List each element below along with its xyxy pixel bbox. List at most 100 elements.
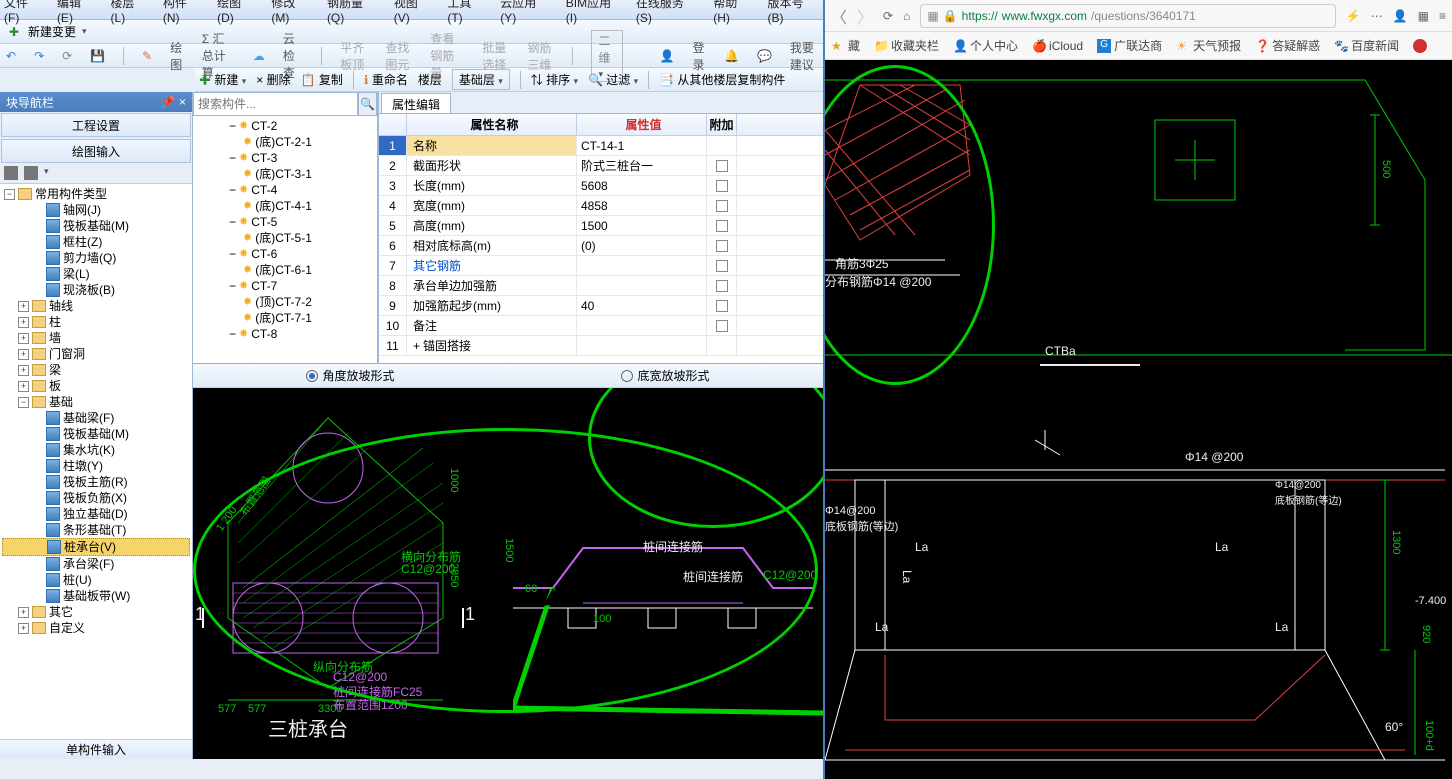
tree-item[interactable]: 基础板带(W) xyxy=(2,588,190,604)
tree-item[interactable]: 柱墩(Y) xyxy=(2,458,190,474)
tree-item[interactable]: 梁(L) xyxy=(2,266,190,282)
comp-tree-item[interactable]: −✸CT-8 xyxy=(195,326,375,342)
new-change-button[interactable]: 新建变更 xyxy=(28,23,76,40)
browser-content[interactable]: CTBa 角筋3Φ25 分布钢筋Φ14 xyxy=(825,60,1452,779)
tree-item[interactable]: 轴网(J) xyxy=(2,202,190,218)
menu-modify[interactable]: 修改(M) xyxy=(271,0,313,25)
prop-value[interactable]: (0) xyxy=(577,236,707,255)
copy-button[interactable]: 📋 复制 xyxy=(301,71,343,88)
expand-icon[interactable]: − xyxy=(229,214,236,230)
expand-icon[interactable]: + xyxy=(18,607,29,618)
comp-tree-item[interactable]: −✸CT-7 xyxy=(195,278,375,294)
expand-icon[interactable]: − xyxy=(229,326,236,342)
menu-bim[interactable]: BIM应用(I) xyxy=(566,0,622,25)
prop-add-checkbox[interactable] xyxy=(707,316,737,335)
menu-help[interactable]: 帮助(H) xyxy=(713,0,753,25)
dropdown-arrow-icon[interactable]: ▾ xyxy=(44,166,49,181)
tree-item[interactable]: 桩(U) xyxy=(2,572,190,588)
property-grid[interactable]: 属性名称 属性值 附加 1名称CT-14-12截面形状阶式三桩台一3长度(mm)… xyxy=(379,114,823,363)
bm-qa[interactable]: ❓答疑解惑 xyxy=(1255,37,1320,54)
menu-floor[interactable]: 楼层(L) xyxy=(111,0,149,25)
tree-item[interactable]: +其它 xyxy=(2,604,190,620)
tree-item[interactable]: +板 xyxy=(2,378,190,394)
search-input[interactable] xyxy=(193,92,358,116)
tree-item[interactable]: 筏板主筋(R) xyxy=(2,474,190,490)
new-button[interactable]: ✚ 新建 ▾ xyxy=(199,71,246,88)
redo-icon[interactable]: ↷ xyxy=(34,48,44,64)
prop-value[interactable]: 4858 xyxy=(577,196,707,215)
expand-icon[interactable]: + xyxy=(413,339,420,353)
property-row[interactable]: 11+锚固搭接 xyxy=(379,336,823,356)
tree-item[interactable]: 筏板基础(M) xyxy=(2,426,190,442)
bm-baidu[interactable]: 🐾百度新闻 xyxy=(1334,37,1399,54)
menu-online[interactable]: 在线服务(S) xyxy=(636,0,699,25)
dropdown-arrow-icon[interactable]: ▾ xyxy=(82,26,87,37)
expand-icon[interactable]: − xyxy=(4,189,15,200)
tab-project-settings[interactable]: 工程设置 xyxy=(1,113,191,137)
menu-rebar[interactable]: 钢筋量(Q) xyxy=(327,0,380,25)
comp-tree-item[interactable]: −✸CT-2 xyxy=(195,118,375,134)
delete-button[interactable]: × 删除 xyxy=(256,71,290,88)
draw-icon[interactable]: ✎ xyxy=(142,48,152,64)
tab-draw-input[interactable]: 绘图输入 xyxy=(1,139,191,163)
prop-add-checkbox[interactable] xyxy=(707,216,737,235)
bm-favbar[interactable]: 📁收藏夹栏 xyxy=(874,37,939,54)
comp-tree-item[interactable]: ✸(底)CT-5-1 xyxy=(195,230,375,246)
prop-value[interactable]: CT-14-1 xyxy=(577,136,707,155)
tree-item[interactable]: +自定义 xyxy=(2,620,190,636)
component-instance-tree[interactable]: −✸CT-2✸(底)CT-2-1−✸CT-3✸(底)CT-3-1−✸CT-4✸(… xyxy=(193,116,377,363)
comp-tree-item[interactable]: ✸(底)CT-6-1 xyxy=(195,262,375,278)
expand-icon[interactable]: + xyxy=(18,381,29,392)
expand-icon[interactable]: + xyxy=(18,333,29,344)
tree-item[interactable]: 筏板负筋(X) xyxy=(2,490,190,506)
menu-component[interactable]: 构件(N) xyxy=(163,0,203,25)
site-info-icon[interactable]: ▦ xyxy=(927,9,938,23)
tree-item[interactable]: 独立基础(D) xyxy=(2,506,190,522)
bm-icloud[interactable]: 🍎iCloud xyxy=(1032,39,1083,53)
undo-icon[interactable]: ↶ xyxy=(6,48,16,64)
expand-icon[interactable]: + xyxy=(18,301,29,312)
floor-select[interactable]: 基础层 ▾ xyxy=(452,69,510,90)
radio-bottom-width-slope[interactable]: 底宽放坡形式 xyxy=(508,367,823,384)
comp-tree-item[interactable]: ✸(底)CT-3-1 xyxy=(195,166,375,182)
user-icon[interactable]: 👤 xyxy=(1393,9,1408,23)
preview-canvas[interactable]: 横向分布筋 纵向分布筋 C12@200 C12@200 桩间连接筋FC25 布置… xyxy=(193,388,823,759)
comp-tree-item[interactable]: ✸(顶)CT-7-2 xyxy=(195,294,375,310)
tree-item[interactable]: +墙 xyxy=(2,330,190,346)
tree-item[interactable]: −基础 xyxy=(2,394,190,410)
property-row[interactable]: 7其它钢筋 xyxy=(379,256,823,276)
bm-weather[interactable]: ☀天气预报 xyxy=(1176,37,1241,54)
bell-icon[interactable]: 🔔 xyxy=(724,48,739,64)
expand-icon[interactable]: + xyxy=(18,623,29,634)
comp-tree-item[interactable]: ✸(底)CT-2-1 xyxy=(195,134,375,150)
expand-icon[interactable]: + xyxy=(18,365,29,376)
property-row[interactable]: 9加强筋起步(mm)40 xyxy=(379,296,823,316)
tree-icon[interactable] xyxy=(4,166,18,180)
expand-icon[interactable]: − xyxy=(229,278,236,294)
property-row[interactable]: 3长度(mm)5608 xyxy=(379,176,823,196)
expand-icon[interactable]: + xyxy=(18,317,29,328)
menu-version[interactable]: 版本号(B) xyxy=(768,0,819,25)
prop-add-checkbox[interactable] xyxy=(707,236,737,255)
property-row[interactable]: 4宽度(mm)4858 xyxy=(379,196,823,216)
prop-add-checkbox[interactable] xyxy=(707,296,737,315)
filter-button[interactable]: 🔍 过滤 ▾ xyxy=(588,71,638,88)
search-button[interactable]: 🔍 xyxy=(358,92,377,116)
property-row[interactable]: 10备注 xyxy=(379,316,823,336)
list-icon[interactable] xyxy=(24,166,38,180)
prop-add-checkbox[interactable] xyxy=(707,156,737,175)
draw-label[interactable]: 绘图 xyxy=(170,39,184,73)
property-row[interactable]: 6相对底标高(m)(0) xyxy=(379,236,823,256)
expand-icon[interactable]: − xyxy=(229,150,236,166)
tree-item[interactable]: 现浇板(B) xyxy=(2,282,190,298)
tree-item[interactable]: 框柱(Z) xyxy=(2,234,190,250)
bm-glodon[interactable]: G广联达商 xyxy=(1097,37,1162,54)
expand-icon[interactable]: − xyxy=(18,397,29,408)
apps-icon[interactable]: ▦ xyxy=(1418,9,1429,23)
prop-value[interactable] xyxy=(577,316,707,335)
tree-item[interactable]: 基础梁(F) xyxy=(2,410,190,426)
tree-item[interactable]: 筏板基础(M) xyxy=(2,218,190,234)
tab-single-component[interactable]: 单构件输入 xyxy=(0,739,192,759)
fast-icon[interactable]: ⚡ xyxy=(1346,9,1361,23)
property-row[interactable]: 1名称CT-14-1 xyxy=(379,136,823,156)
